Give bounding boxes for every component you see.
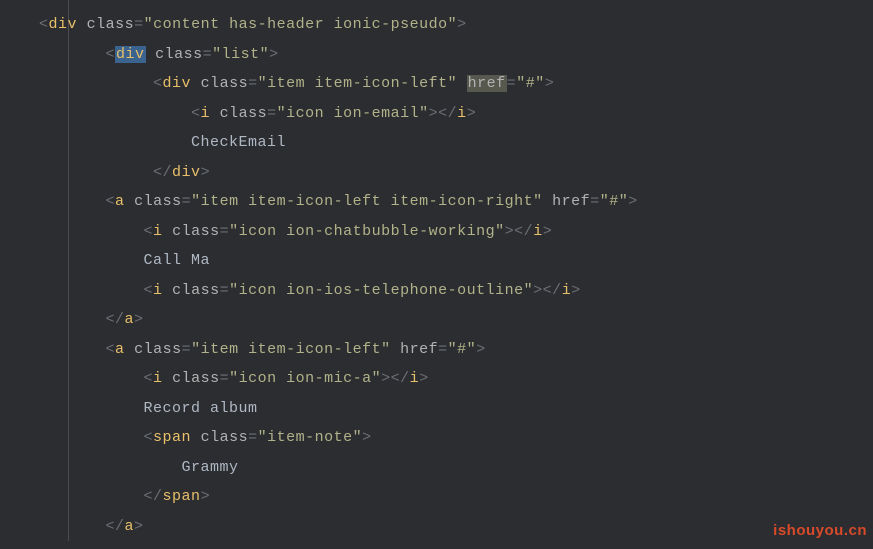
- code-line[interactable]: </div>: [20, 158, 873, 188]
- code-line[interactable]: Grammy: [20, 453, 873, 483]
- code-editor[interactable]: <div class=″content has-header ionic-pse…: [0, 0, 873, 541]
- code-line[interactable]: <div class=″item item-icon-left″ href=″#…: [20, 69, 873, 99]
- code-line[interactable]: <span class=″item-note″>: [20, 423, 873, 453]
- code-line[interactable]: </a>: [20, 512, 873, 542]
- code-line[interactable]: <i class=″icon ion-ios-telephone-outline…: [20, 276, 873, 306]
- code-line[interactable]: <i class=″icon ion-mic-a″></i>: [20, 364, 873, 394]
- code-line[interactable]: <i class=″icon ion-chatbubble-working″><…: [20, 217, 873, 247]
- code-line[interactable]: Record album: [20, 394, 873, 424]
- code-line[interactable]: CheckEmail: [20, 128, 873, 158]
- watermark: ishouyou.cn: [773, 516, 867, 546]
- code-line[interactable]: </a>: [20, 305, 873, 335]
- code-line[interactable]: <div class=″content has-header ionic-pse…: [20, 10, 873, 40]
- code-line[interactable]: Call Ma: [20, 246, 873, 276]
- code-line[interactable]: </span>: [20, 482, 873, 512]
- code-line[interactable]: <i class=″icon ion-email″></i>: [20, 99, 873, 129]
- code-line[interactable]: <a class=″item item-icon-left″ href=″#″>: [20, 335, 873, 365]
- code-line[interactable]: <div class=″list″>: [20, 40, 873, 70]
- code-line[interactable]: <a class=″item item-icon-left item-icon-…: [20, 187, 873, 217]
